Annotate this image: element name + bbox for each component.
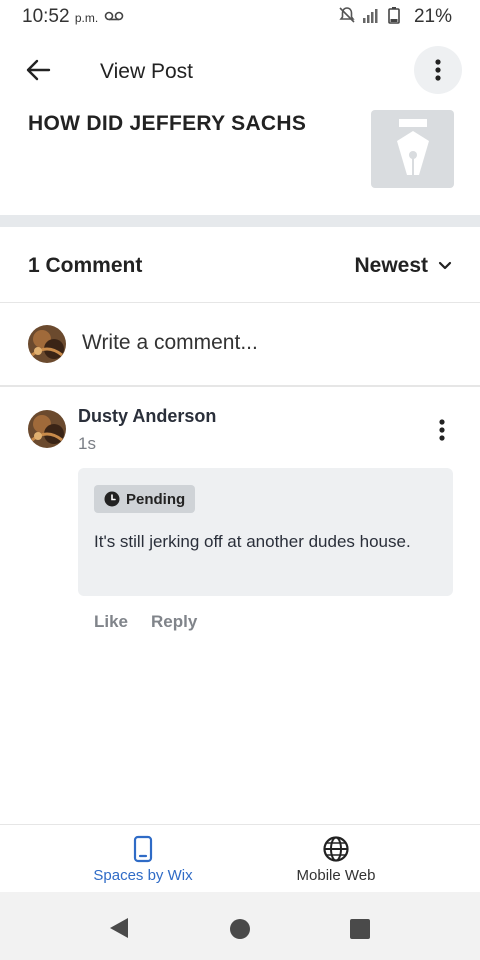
battery-icon [388, 6, 400, 29]
comment-more-button[interactable] [432, 418, 452, 442]
avatar [28, 325, 66, 363]
triangle-back-icon [110, 918, 128, 938]
status-time: 10:52 p.m. [22, 6, 98, 28]
comments-header: 1 Comment Newest [0, 228, 480, 303]
arrow-left-icon [26, 59, 51, 81]
notifications-off-icon [338, 6, 356, 29]
system-recents-button[interactable] [350, 919, 370, 939]
comment-text: It's still jerking off at another dudes … [94, 532, 411, 551]
sort-label: Newest [354, 254, 428, 277]
avatar[interactable] [28, 410, 66, 448]
section-divider [0, 215, 480, 227]
more-vertical-icon [439, 419, 445, 441]
reply-button[interactable]: Reply [151, 612, 197, 632]
pen-nib-icon [396, 119, 429, 175]
post-title: HOW DID JEFFERY SACHS [28, 112, 307, 135]
app-header: View Post [0, 40, 480, 104]
nav-mobile-web[interactable]: Mobile Web [256, 833, 416, 884]
comment-age: 1s [78, 434, 96, 453]
globe-icon [256, 833, 416, 865]
chevron-down-icon [438, 261, 452, 270]
system-nav-bar [0, 892, 480, 960]
status-bar: 10:52 p.m. 21% [0, 0, 480, 36]
status-time-value: 10:52 [22, 6, 70, 27]
more-options-button[interactable] [414, 46, 462, 94]
comment-bubble: Pending It's still jerking off at anothe… [78, 468, 453, 596]
back-button[interactable] [22, 54, 54, 86]
nav-label: Spaces by Wix [93, 867, 193, 884]
system-home-button[interactable] [230, 919, 250, 939]
voicemail-icon [104, 9, 124, 27]
nav-spaces-by-wix[interactable]: Spaces by Wix [63, 833, 223, 884]
status-badge-label: Pending [126, 490, 186, 508]
comment-count: 1 Comment [28, 254, 143, 277]
nav-label: Mobile Web [296, 867, 376, 884]
status-badge: Pending [94, 485, 196, 513]
page-title: View Post [100, 60, 193, 83]
like-button[interactable]: Like [94, 612, 128, 632]
signal-icon [362, 6, 382, 29]
phone-icon [63, 833, 223, 865]
sort-dropdown[interactable]: Newest [354, 254, 452, 278]
comment-composer[interactable]: Write a comment... [0, 303, 480, 387]
status-icons [338, 6, 400, 29]
more-vertical-icon [435, 59, 441, 81]
bottom-nav: Spaces by Wix Mobile Web [0, 824, 480, 893]
comment-item: Dusty Anderson 1s Pending It's still jer… [0, 388, 480, 648]
system-back-button[interactable] [108, 916, 130, 945]
battery-percent: 21% [413, 6, 452, 27]
post-thumbnail[interactable] [371, 110, 454, 188]
comment-actions: Like Reply [94, 612, 197, 632]
clock-icon [104, 491, 120, 507]
comment-author[interactable]: Dusty Anderson [78, 406, 216, 427]
status-ampm: p.m. [74, 11, 99, 25]
comment-input[interactable]: Write a comment... [82, 331, 258, 355]
